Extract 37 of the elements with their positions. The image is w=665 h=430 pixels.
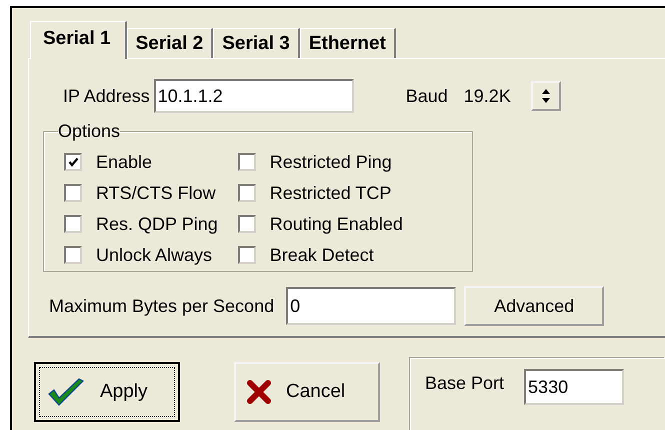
checkbox-label: RTS/CTS Flow bbox=[96, 182, 216, 204]
base-port-field[interactable]: 5330 bbox=[524, 369, 624, 405]
checkbox-label: Res. QDP Ping bbox=[96, 214, 218, 234]
spin-button[interactable] bbox=[530, 81, 561, 111]
checkbox[interactable] bbox=[238, 184, 256, 202]
ip-address-label: IP Address bbox=[63, 86, 150, 106]
checkbox[interactable] bbox=[238, 153, 256, 171]
checkbox-label: Routing Enabled bbox=[270, 214, 403, 234]
checkbox-label: Unlock Always bbox=[96, 244, 212, 266]
checkbox[interactable] bbox=[64, 153, 82, 171]
advanced-button[interactable]: Advanced bbox=[464, 286, 604, 326]
tab[interactable]: Serial 2 bbox=[126, 28, 214, 58]
checkbox-label: Enable bbox=[96, 152, 152, 172]
ip-address-field[interactable]: 10.1.1.2 bbox=[154, 79, 354, 113]
base-port-label: Base Port bbox=[425, 373, 504, 394]
tab[interactable]: Serial 1 bbox=[30, 21, 127, 59]
checkbox-label: Restricted TCP bbox=[270, 182, 392, 204]
x-icon bbox=[246, 379, 272, 405]
checkbox-label: Break Detect bbox=[270, 244, 374, 266]
checkmark-icon bbox=[46, 377, 86, 407]
max-bytes-field[interactable]: 0 bbox=[286, 287, 456, 325]
max-bytes-label: Maximum Bytes per Second bbox=[49, 296, 274, 316]
up-down-arrows-icon bbox=[540, 88, 551, 104]
checkbox[interactable] bbox=[64, 215, 82, 233]
tab[interactable]: Serial 3 bbox=[213, 28, 300, 58]
checkmark-icon bbox=[68, 156, 78, 168]
checkbox[interactable] bbox=[238, 215, 256, 233]
apply-button[interactable]: Apply bbox=[34, 362, 180, 422]
checkbox-label: Restricted Ping bbox=[270, 152, 392, 172]
cancel-button[interactable]: Cancel bbox=[234, 362, 380, 422]
checkbox[interactable] bbox=[238, 246, 256, 264]
checkbox[interactable] bbox=[64, 246, 82, 264]
options-legend: Options bbox=[58, 121, 120, 142]
checkbox[interactable] bbox=[64, 184, 82, 202]
baud-value: 19.2K bbox=[464, 86, 511, 106]
tab[interactable]: Ethernet bbox=[300, 28, 396, 58]
baud-label: Baud bbox=[406, 86, 448, 106]
